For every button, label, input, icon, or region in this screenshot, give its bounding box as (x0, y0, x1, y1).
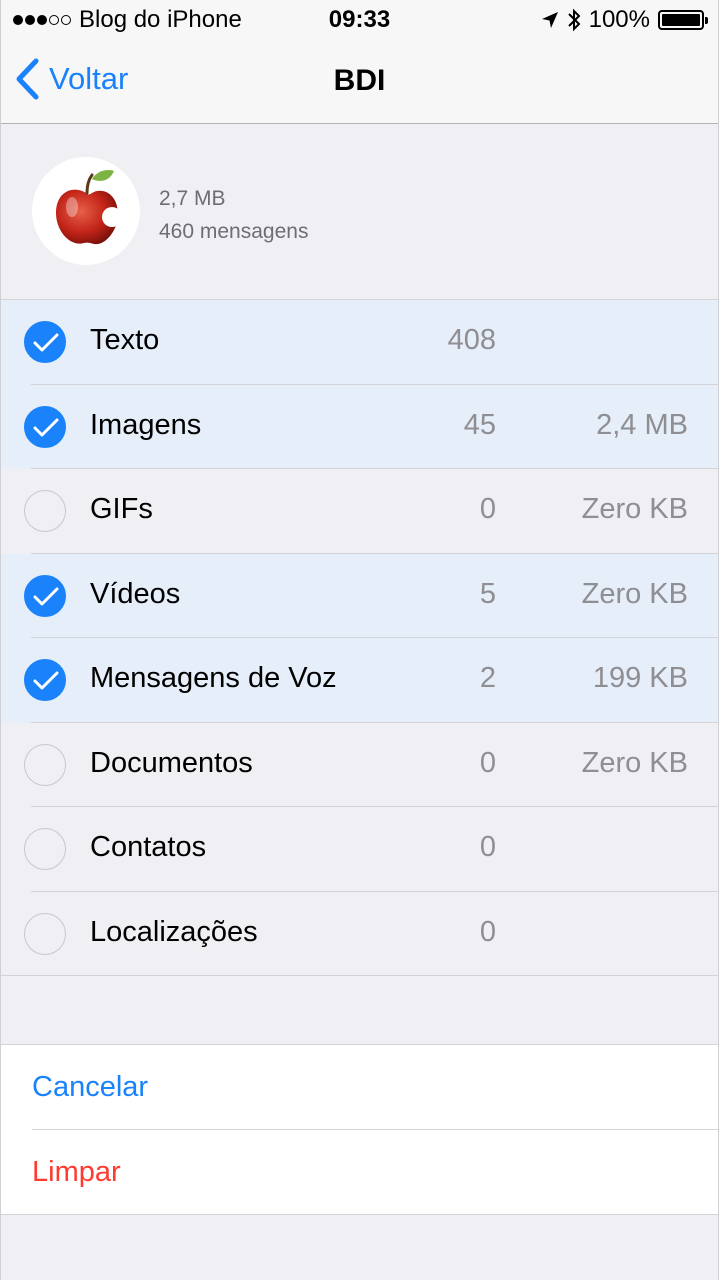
checkbox[interactable] (24, 405, 66, 448)
category-count: 0 (479, 915, 496, 948)
battery-percent: 100% (588, 6, 650, 33)
signal-dot (37, 15, 47, 25)
cancel-button[interactable]: Cancelar (1, 1045, 718, 1129)
action-sheet: Cancelar Limpar (1, 1044, 718, 1215)
checkbox[interactable] (24, 828, 66, 870)
category-row[interactable]: Mensagens de Voz 2 199 KB (1, 638, 718, 723)
category-count: 2 (479, 662, 496, 694)
category-count: 0 (479, 831, 496, 863)
apple-icon (56, 169, 122, 245)
category-count: 0 (479, 746, 496, 779)
checkbox[interactable] (24, 743, 66, 786)
signal-dot (13, 15, 23, 25)
checkmark-icon (33, 587, 59, 605)
category-list: Texto 408 Imagens 45 2,4 MB GIFs 0 Zero … (1, 300, 718, 976)
chat-message-count: 460 mensagens (159, 220, 309, 243)
chat-info: 2,7 MB 460 mensagens (159, 182, 308, 248)
category-row[interactable]: Imagens 45 2,4 MB (1, 384, 718, 469)
category-row[interactable]: Vídeos 5 Zero KB (1, 553, 718, 638)
signal-dot (49, 15, 59, 25)
category-row[interactable]: Localizações 0 (1, 891, 718, 976)
category-label: GIFs (90, 493, 153, 525)
bluetooth-icon (567, 8, 581, 32)
navigation-bar: Voltar BDI (1, 40, 718, 124)
checkmark-icon (33, 671, 59, 690)
category-row[interactable]: GIFs 0 Zero KB (1, 469, 718, 554)
category-size: Zero KB (581, 746, 688, 779)
signal-dot (25, 15, 35, 25)
category-size: 2,4 MB (596, 408, 688, 441)
category-count: 45 (463, 408, 496, 441)
category-size: Zero KB (581, 577, 688, 610)
checkmark-icon (33, 418, 59, 436)
checkbox[interactable] (24, 912, 66, 955)
carrier-name: Blog do iPhone (79, 6, 242, 33)
category-row[interactable]: Documentos 0 Zero KB (1, 722, 718, 807)
checkbox[interactable] (24, 321, 66, 363)
category-label: Texto (90, 324, 160, 356)
category-label: Documentos (90, 746, 253, 779)
chat-size: 2,7 MB (159, 187, 226, 210)
checkmark-icon (33, 333, 59, 352)
page-title: BDI (333, 64, 386, 97)
category-label: Contatos (90, 831, 207, 863)
signal-strength-icon (13, 15, 71, 25)
location-arrow-icon (541, 12, 558, 28)
category-size: 199 KB (592, 662, 688, 694)
checkbox[interactable] (24, 490, 66, 532)
row-divider (1, 975, 718, 976)
category-count: 5 (479, 577, 496, 610)
clear-button[interactable]: Limpar (1, 1130, 718, 1214)
category-row[interactable]: Contatos 0 (1, 807, 718, 892)
checkbox[interactable] (24, 659, 66, 701)
battery-icon (658, 10, 708, 30)
category-count: 408 (447, 324, 496, 356)
category-label: Imagens (90, 408, 202, 441)
category-row[interactable]: Texto 408 (1, 300, 718, 385)
category-label: Localizações (90, 915, 258, 948)
category-label: Vídeos (90, 577, 181, 610)
category-label: Mensagens de Voz (90, 662, 337, 694)
status-bar: Blog do iPhone 09:33 100% (1, 0, 718, 40)
chat-header: 2,7 MB 460 mensagens (1, 124, 718, 300)
screen: Blog do iPhone 09:33 100% Voltar BDI 2,7… (0, 0, 719, 1280)
status-right: 100% (541, 6, 708, 34)
avatar (32, 157, 140, 265)
category-count: 0 (479, 493, 496, 525)
checkbox[interactable] (24, 574, 66, 617)
battery-fill (662, 14, 700, 26)
status-left: Blog do iPhone (13, 6, 242, 34)
signal-dot (61, 15, 71, 25)
category-size: Zero KB (581, 493, 688, 525)
